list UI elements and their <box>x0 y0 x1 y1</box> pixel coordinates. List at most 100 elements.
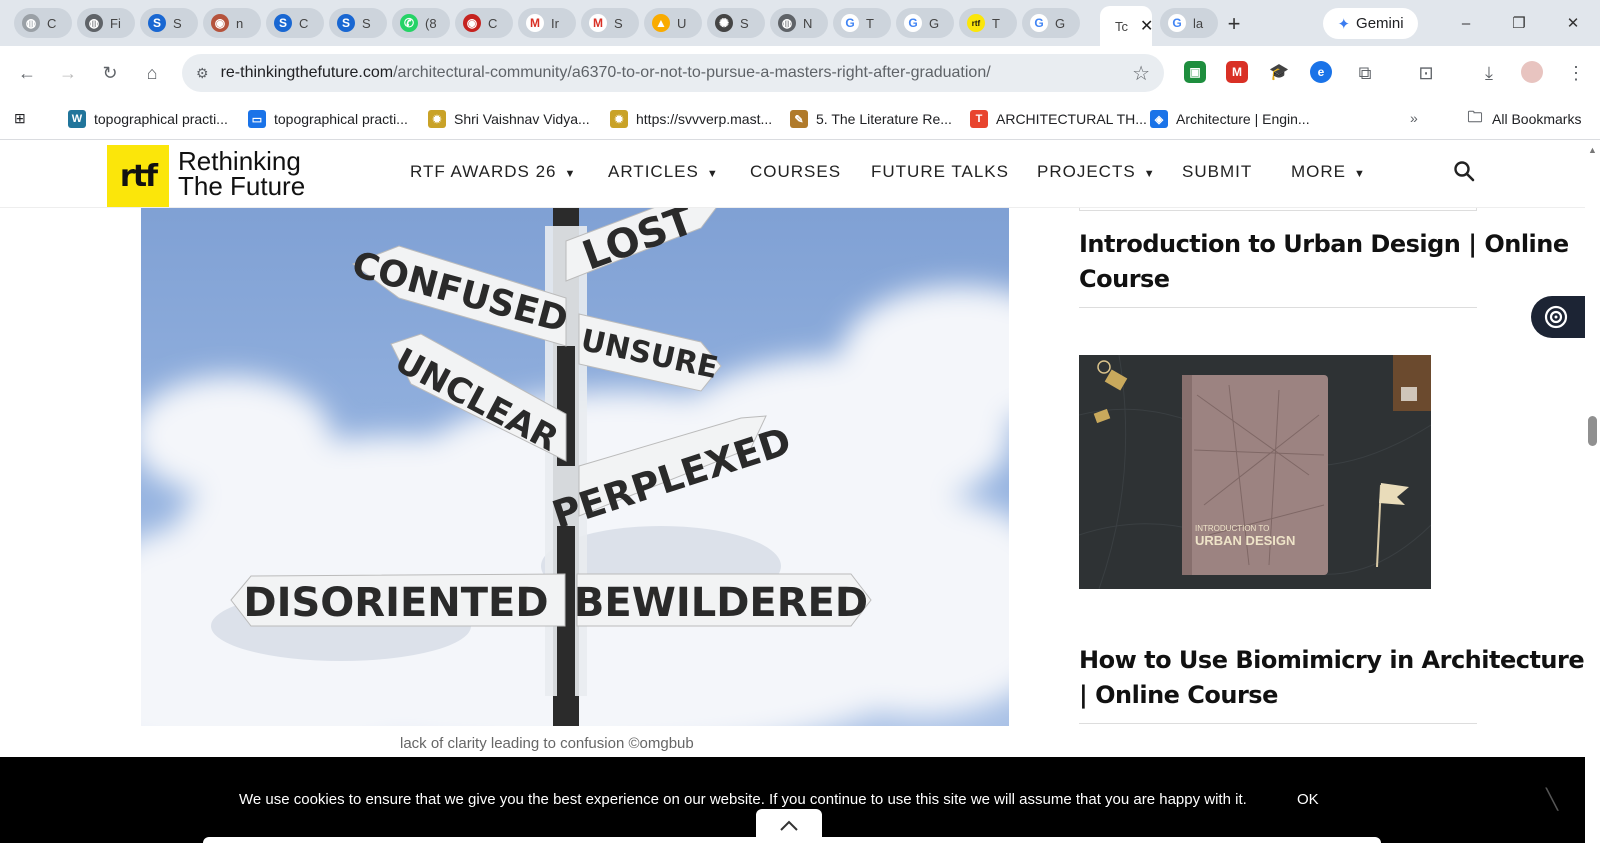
new-tab-button[interactable]: + <box>1220 10 1248 38</box>
sign-word: BEWILDERED <box>574 580 868 626</box>
tab-title: C <box>488 15 498 31</box>
bookmark-item[interactable]: ✎ 5. The Literature Re... <box>790 110 952 128</box>
bookmark-item[interactable]: ▭ topographical practi... <box>248 110 408 128</box>
course-title-urban-design[interactable]: Introduction to Urban Design | Online Co… <box>1079 227 1585 297</box>
gemini-label: Gemini <box>1356 15 1404 32</box>
extensions-puzzle-icon[interactable]: ⧉ <box>1352 60 1378 86</box>
tab-after-active[interactable]: G la <box>1160 8 1218 38</box>
gemini-button[interactable]: ✦ Gemini <box>1323 8 1418 39</box>
download-icon[interactable]: ⤓ <box>1476 60 1502 86</box>
google-icon: G <box>1030 14 1048 32</box>
tab[interactable]: SS <box>329 8 387 38</box>
bookmark-item[interactable]: ✹ Shri Vaishnav Vidya... <box>428 110 590 128</box>
course-thumbnail-urban-design[interactable]: INTRODUCTION TO URBAN DESIGN <box>1079 355 1431 589</box>
tab[interactable]: M Ir <box>518 8 576 38</box>
bookmark-item[interactable]: Wtopographical practi... <box>68 110 228 128</box>
tab[interactable]: GT <box>833 8 891 38</box>
bookmark-item[interactable]: ◈ Architecture | Engin... <box>1150 110 1310 128</box>
close-tab-icon[interactable]: ✕ <box>1140 16 1152 36</box>
tab[interactable]: ✆ (8 <box>392 8 450 38</box>
tab-active[interactable]: Tc ✕ <box>1100 6 1152 46</box>
tab[interactable]: GG <box>896 8 954 38</box>
url-text[interactable]: re-thinkingthefuture.com/architectural-c… <box>221 64 991 82</box>
reload-icon[interactable]: ↻ <box>97 60 123 86</box>
tab[interactable]: ◉ C <box>455 8 513 38</box>
site-name-line2: The Future <box>178 171 306 201</box>
tab[interactable]: ▲ U <box>644 8 702 38</box>
extension-blue-icon[interactable]: e <box>1310 61 1332 83</box>
apps-grid-icon[interactable]: ⊞ <box>14 110 26 127</box>
tab[interactable]: ◍ Fi <box>77 8 135 38</box>
tab[interactable]: ◍ N <box>770 8 828 38</box>
nav-item[interactable]: RTF AWARDS 26 ▼ <box>410 162 576 182</box>
back-arrow-icon[interactable]: ← <box>14 60 40 86</box>
nav-item[interactable]: ARTICLES ▼ <box>608 162 719 182</box>
home-icon[interactable]: ⌂ <box>139 60 165 86</box>
more-bookmarks-button[interactable]: » <box>1410 110 1418 126</box>
tab[interactable]: rtf T <box>959 8 1017 38</box>
tab-title: C <box>47 15 57 31</box>
nav-item[interactable]: SUBMIT <box>1182 162 1252 182</box>
extension-red-icon[interactable]: M <box>1226 61 1248 83</box>
scrollbar-thumb[interactable] <box>1588 416 1597 446</box>
minimize-button[interactable]: – <box>1446 10 1486 36</box>
university-icon: ◉ <box>463 14 481 32</box>
tab[interactable]: ◍ C <box>14 8 72 38</box>
wordpress-icon: W <box>68 110 86 128</box>
nav-item[interactable]: MORE ▼ <box>1291 162 1366 182</box>
tab-search-icon[interactable]: ⊡ <box>1413 60 1439 86</box>
search-icon[interactable] <box>1452 159 1476 183</box>
bookmark-label: 5. The Literature Re... <box>816 111 952 127</box>
restore-button[interactable]: ❐ <box>1499 10 1539 36</box>
forward-arrow-icon[interactable]: → <box>55 60 81 86</box>
bookmark-item[interactable]: T ARCHITECTURAL TH... <box>970 110 1147 128</box>
all-bookmarks-label: All Bookmarks <box>1492 111 1582 127</box>
nav-label: FUTURE TALKS <box>871 162 1009 181</box>
tab-title: T <box>992 15 1000 31</box>
menu-kebab-icon[interactable]: ⋮ <box>1563 60 1589 86</box>
site-info-icon[interactable]: ⚙ <box>196 65 209 82</box>
extension-scholar-icon[interactable]: 🎓 <box>1268 61 1290 83</box>
tab-title: C <box>299 15 309 31</box>
nav-label: MORE <box>1291 162 1346 181</box>
floating-widget-button[interactable] <box>1531 296 1585 338</box>
profile-avatar[interactable] <box>1521 61 1543 83</box>
rtf-logo[interactable]: rtf <box>107 145 169 207</box>
google-icon: G <box>904 14 922 32</box>
cookie-message: We use cookies to ensure that we give yo… <box>239 791 1247 808</box>
address-bar[interactable]: ⚙ re-thinkingthefuture.com/architectural… <box>182 54 1164 92</box>
cookie-ok-button[interactable]: OK <box>1297 791 1319 808</box>
tab[interactable]: SS <box>140 8 198 38</box>
tab[interactable]: ◉ n <box>203 8 261 38</box>
tab-title: S <box>740 15 749 31</box>
tab[interactable]: SC <box>266 8 324 38</box>
course-title-biomimicry[interactable]: How to Use Biomimicry in Architecture | … <box>1079 643 1585 713</box>
bottom-panel-edge <box>203 837 1381 843</box>
nav-item[interactable]: COURSES <box>750 162 841 182</box>
nav-label: ARTICLES <box>608 162 699 181</box>
tab-title: Fi <box>110 15 121 31</box>
globe-icon: ◍ <box>778 14 796 32</box>
tab-title: Tc <box>1115 18 1128 34</box>
divider <box>1079 307 1477 308</box>
bookmark-item[interactable]: ✹ https://svvverp.mast... <box>610 110 772 128</box>
bookmark-star-icon[interactable]: ☆ <box>1132 61 1150 86</box>
nav-item[interactable]: FUTURE TALKS <box>871 162 1009 182</box>
tab[interactable]: GG <box>1022 8 1080 38</box>
tab[interactable]: MS <box>581 8 639 38</box>
cookie-close-icon[interactable]: ╲ <box>1546 787 1558 812</box>
scroll-up-arrow-icon[interactable]: ▲ <box>1588 145 1597 155</box>
nav-item[interactable]: PROJECTS ▼ <box>1037 162 1156 182</box>
bookmark-label: topographical practi... <box>274 111 408 127</box>
tab[interactable]: ✺ S <box>707 8 765 38</box>
folder-blue-icon: ▭ <box>248 110 266 128</box>
all-bookmarks-button[interactable]: 🗀 All Bookmarks <box>1466 109 1582 128</box>
browser-toolbar: ← → ↻ ⌂ ⚙ re-thinkingthefuture.com/archi… <box>0 46 1600 100</box>
openai-icon: ✺ <box>715 14 733 32</box>
page-scrollbar[interactable]: ▲ <box>1585 141 1600 843</box>
extension-green-icon[interactable]: ▣ <box>1184 61 1206 83</box>
tab-title: Ir <box>551 15 559 31</box>
close-window-button[interactable]: ✕ <box>1553 10 1593 36</box>
tab-title: G <box>929 15 940 31</box>
site-name[interactable]: Rethinking The Future <box>178 148 306 201</box>
